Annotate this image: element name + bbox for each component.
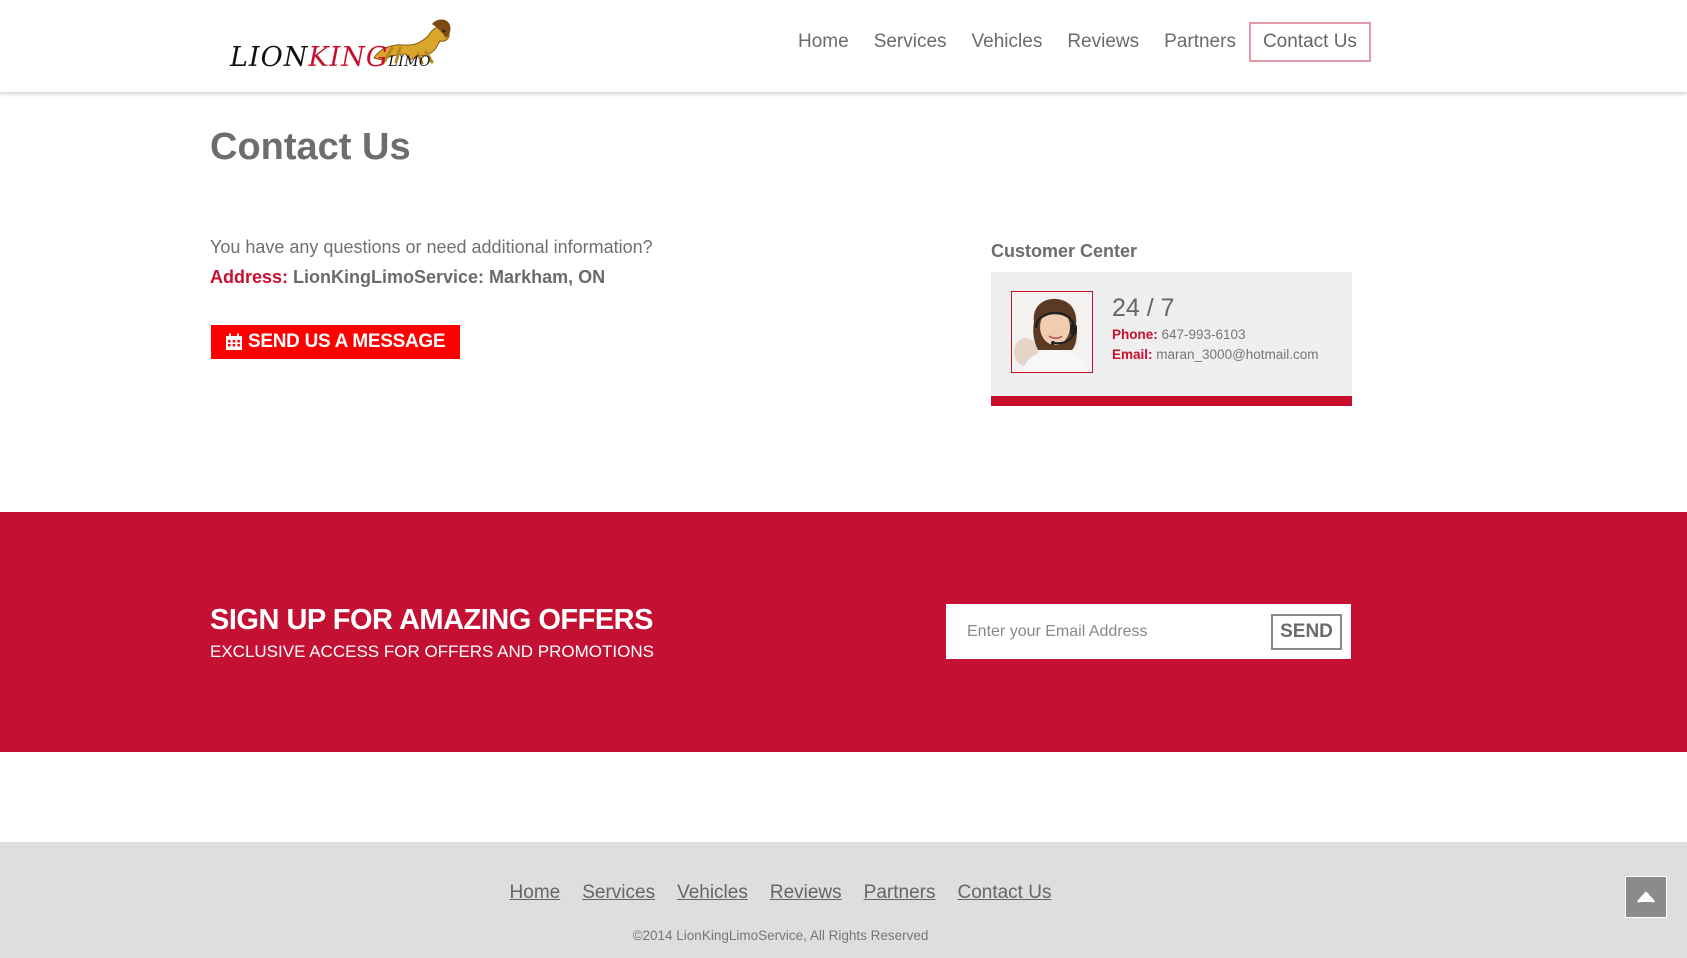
send-us-message-label: SEND US A MESSAGE [248,331,446,352]
send-button[interactable]: SEND [1271,614,1342,650]
chevron-up-icon [1637,891,1655,903]
phone-label: Phone: [1112,327,1158,342]
nav-services[interactable]: Services [862,22,959,62]
nav-vehicles[interactable]: Vehicles [960,22,1055,62]
newsletter-signup: SIGN UP FOR AMAZING OFFERS EXCLUSIVE ACC… [0,512,1687,752]
back-to-top-button[interactable] [1625,876,1667,918]
page-title: Contact Us [210,126,411,168]
email-label: Email: [1112,347,1153,362]
footer-link-home[interactable]: Home [510,882,561,904]
contact-intro-text: You have any questions or need additiona… [210,237,653,257]
footer-link-services[interactable]: Services [582,882,655,904]
support-email: Email: maran_3000@hotmail.com [1112,347,1319,362]
logo-part-limo: LIMO [388,54,432,70]
main-nav: Home Services Vehicles Reviews Partners … [786,22,1372,62]
logo-part-king: KING [308,42,389,73]
site-logo[interactable]: LIONKINGLIMO [228,18,451,80]
phone-value: 647-993-6103 [1157,327,1246,342]
logo-part-lion: LION [230,42,309,73]
footer-link-vehicles[interactable]: Vehicles [677,882,748,904]
site-header: LIONKINGLIMO Home Services Vehicles Revi… [0,0,1687,93]
footer-link-reviews[interactable]: Reviews [770,882,842,904]
site-footer: Home Services Vehicles Reviews Partners … [0,842,1687,958]
signup-subheading: EXCLUSIVE ACCESS FOR OFFERS AND PROMOTIO… [210,642,654,661]
signup-heading: SIGN UP FOR AMAZING OFFERS [210,604,653,636]
footer-nav: Home Services Vehicles Reviews Partners … [0,882,1561,904]
customer-center-card: 24 / 7 Phone: 647-993-6103 Email: maran_… [991,272,1352,406]
calendar-icon [226,333,242,350]
copyright-text: ©2014 LionKingLimoService, All Rights Re… [632,928,929,943]
footer-link-partners[interactable]: Partners [864,882,936,904]
nav-reviews[interactable]: Reviews [1055,22,1151,62]
address-line: Address: LionKingLimoService: Markham, O… [210,267,605,288]
send-us-message-button[interactable]: SEND US A MESSAGE [211,325,460,359]
signup-form: SEND [946,604,1351,659]
customer-center-title: Customer Center [991,241,1138,261]
support-agent-avatar [1011,291,1093,373]
logo-wordmark: LIONKINGLIMO [230,42,431,73]
footer-link-contact-us[interactable]: Contact Us [957,882,1051,904]
support-hours: 24 / 7 [1112,294,1175,322]
nav-partners[interactable]: Partners [1152,22,1248,62]
address-label: Address: [210,267,289,287]
support-phone: Phone: 647-993-6103 [1112,327,1246,342]
email-value: maran_3000@hotmail.com [1152,347,1319,362]
address-value: LionKingLimoService: Markham, ON [288,267,606,287]
nav-home[interactable]: Home [786,22,861,62]
email-input[interactable] [946,604,1266,659]
nav-contact-us[interactable]: Contact Us [1248,22,1371,62]
